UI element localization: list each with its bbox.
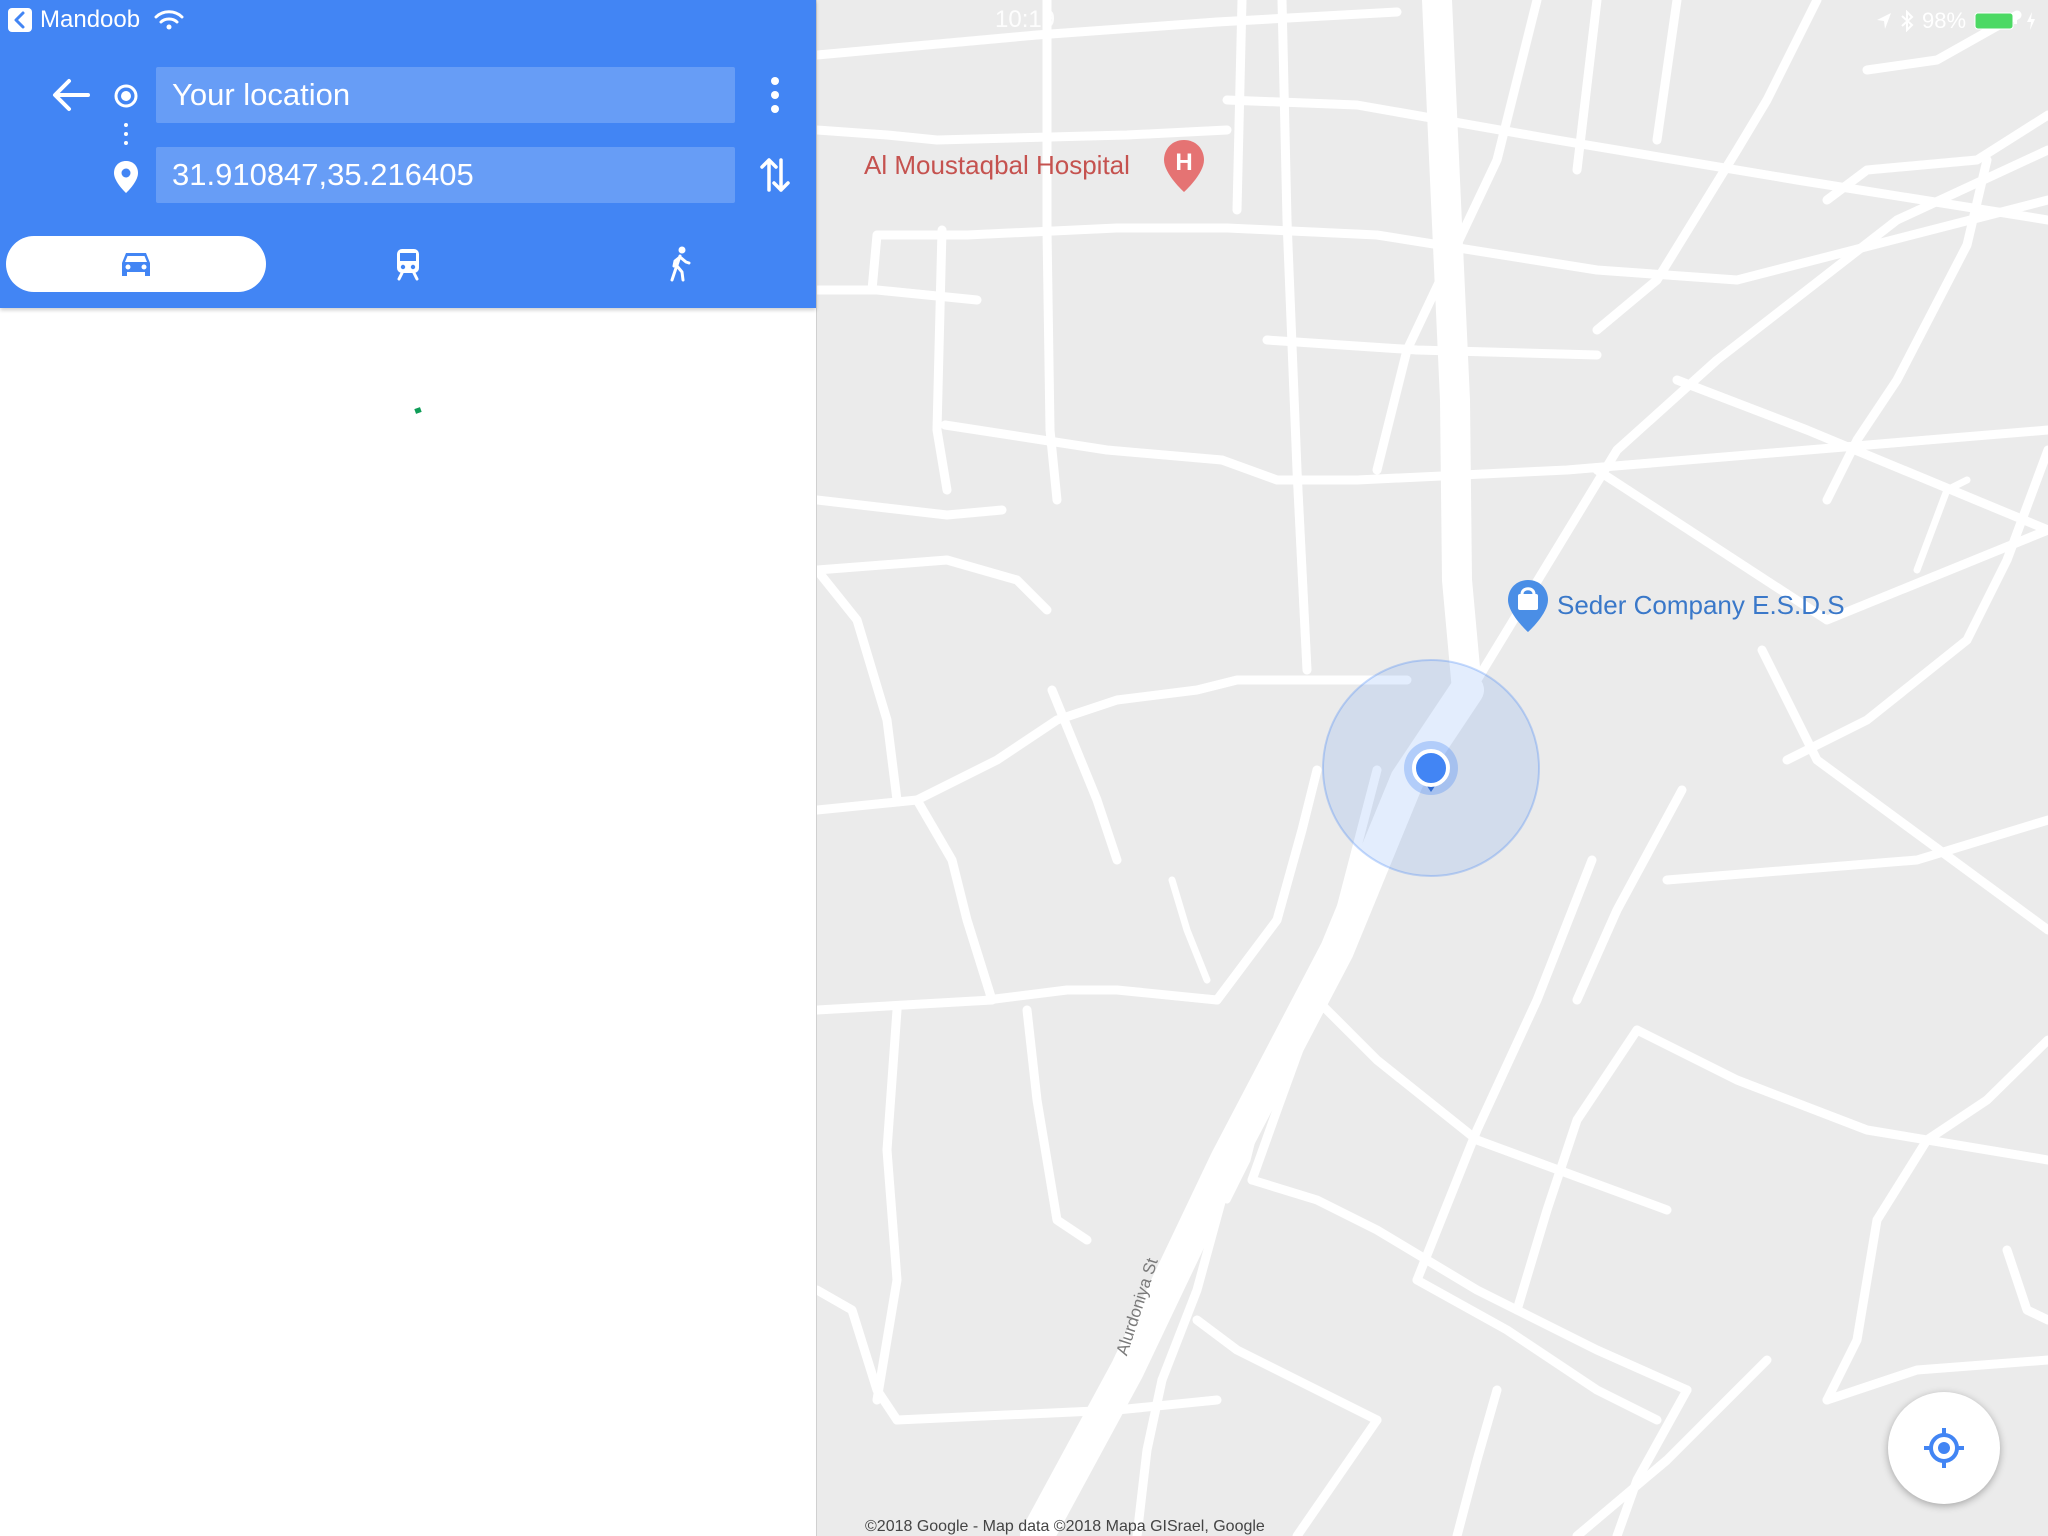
hospital-pin-icon[interactable]: H [1162,138,1206,194]
walk-icon [670,246,691,282]
map-copyright: ©2018 Google - Map data ©2018 Mapa GISra… [865,1518,1265,1535]
map-view[interactable]: Al Moustaqbal Hospital H Seder Company E… [817,0,2048,1536]
car-icon [122,253,150,276]
battery-icon [1974,12,2017,30]
poi-shop-label: Seder Company E.S.D.S [1557,590,1845,620]
tab-driving[interactable] [6,236,266,292]
directions-panel: Your location 31.910847,35.216405 [0,0,817,1536]
crosshair-icon [1924,1428,1964,1468]
route-connector-icon [124,123,128,145]
origin-icon [114,84,138,108]
back-to-app-icon [8,8,32,32]
wifi-icon [154,10,184,30]
tab-walking[interactable] [550,236,810,292]
more-options-icon[interactable] [766,76,784,114]
app-root: Al Moustaqbal Hospital H Seder Company E… [0,0,2048,1536]
tab-transit[interactable] [278,236,538,292]
status-indicators: 98% [1876,8,2036,34]
back-arrow-icon[interactable] [52,78,90,112]
my-location-button[interactable] [1888,1392,2000,1504]
loading-indicator [414,407,422,414]
status-back-app[interactable]: Mandoob [8,6,184,34]
poi-hospital[interactable]: Al Moustaqbal Hospital [864,150,1130,181]
charging-icon [2027,12,2035,30]
train-icon [397,249,419,281]
bluetooth-icon [1901,10,1914,32]
battery-percent: 98% [1921,8,1966,33]
current-location-dot[interactable] [1412,749,1450,787]
directions-header: Your location 31.910847,35.216405 [0,0,816,308]
poi-hospital-label: Al Moustaqbal Hospital [864,150,1130,180]
status-time: 10:19 [995,6,1056,33]
status-bar: Mandoob 10:19 98% [0,0,2048,42]
svg-text:H: H [1175,149,1192,176]
origin-input[interactable]: Your location [156,67,735,123]
destination-input[interactable]: 31.910847,35.216405 [156,147,735,203]
road-network [817,0,2048,1536]
back-app-label: Mandoob [40,6,141,33]
shopping-pin-icon[interactable] [1506,578,1550,634]
swap-icon[interactable] [760,156,790,194]
poi-shop[interactable]: Seder Company E.S.D.S [1557,590,1845,621]
location-services-icon [1876,13,1891,29]
travel-mode-tabs [6,236,810,292]
destination-pin-icon [114,161,138,193]
